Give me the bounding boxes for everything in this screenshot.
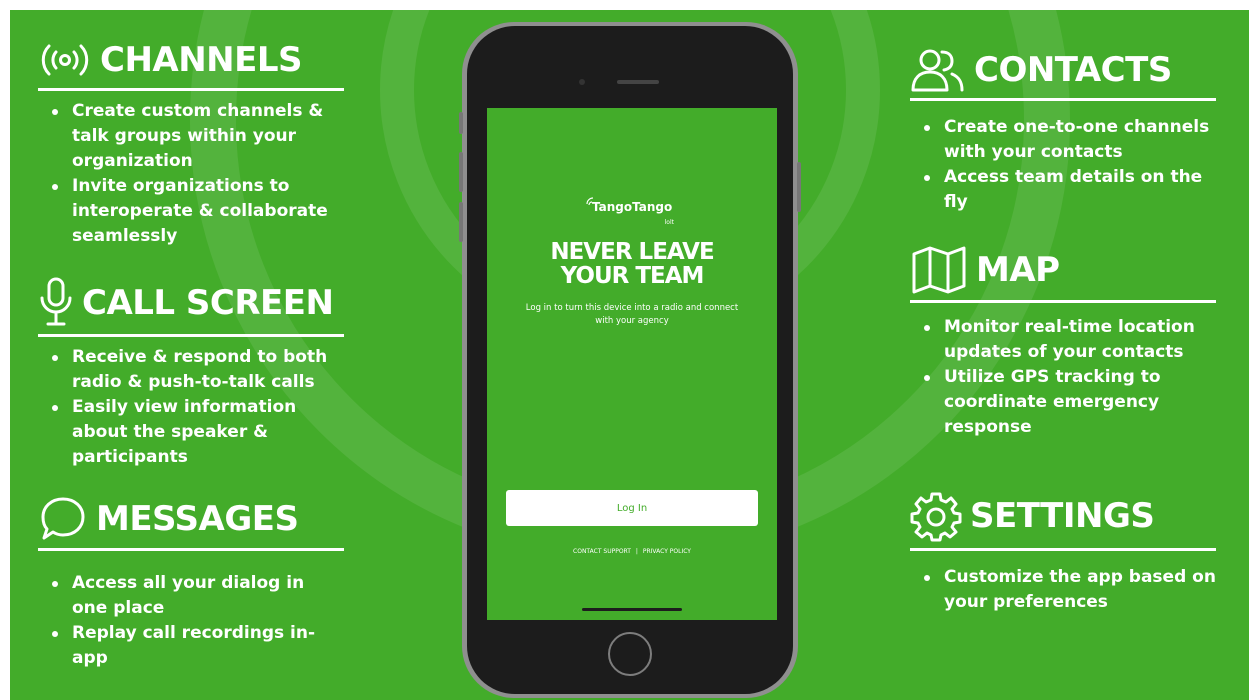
contacts-bullet: Create one-to-one channels with your con… bbox=[910, 115, 1216, 165]
settings-bullet: Customize the app based on your preferen… bbox=[910, 565, 1216, 615]
map-bullet: Monitor real-time location updates of yo… bbox=[910, 315, 1216, 365]
channels-title: CHANNELS bbox=[100, 40, 303, 80]
messages-bullet: Replay call recordings in-app bbox=[38, 621, 344, 671]
phone-body: TangoTango lolt NEVER LEAVE YOUR TEAM Lo… bbox=[467, 26, 793, 694]
phone-home-button[interactable] bbox=[608, 632, 652, 676]
channels-bullets: Create custom channels & talk groups wit… bbox=[38, 99, 344, 249]
footer-links: CONTACT SUPPORT | PRIVACY POLICY bbox=[487, 548, 777, 555]
settings-section: SETTINGS Customize the app based on your… bbox=[910, 490, 1216, 615]
contacts-bullets: Create one-to-one channels with your con… bbox=[910, 115, 1216, 215]
settings-bullets: Customize the app based on your preferen… bbox=[910, 565, 1216, 615]
settings-title: SETTINGS bbox=[970, 496, 1155, 536]
logo-subtext: lolt bbox=[664, 219, 674, 226]
home-indicator bbox=[582, 608, 682, 611]
call-screen-title: CALL SCREEN bbox=[82, 283, 334, 323]
headline-line: NEVER LEAVE bbox=[550, 239, 714, 265]
microphone-icon bbox=[38, 276, 74, 330]
contacts-bullet: Access team details on the fly bbox=[910, 165, 1216, 215]
contacts-title: CONTACTS bbox=[974, 50, 1172, 90]
settings-header: SETTINGS bbox=[910, 490, 1216, 542]
phone-side-button bbox=[459, 152, 463, 192]
map-header: MAP bbox=[910, 244, 1216, 296]
messages-section: MESSAGES Access all your dialog in one p… bbox=[38, 494, 344, 671]
chat-bubble-icon bbox=[38, 494, 88, 544]
call-screen-bullet: Easily view information about the speake… bbox=[38, 395, 344, 470]
messages-divider bbox=[38, 548, 344, 551]
map-title: MAP bbox=[976, 250, 1060, 290]
phone-screen: TangoTango lolt NEVER LEAVE YOUR TEAM Lo… bbox=[487, 108, 777, 620]
contacts-header: CONTACTS bbox=[910, 46, 1216, 94]
channels-divider bbox=[38, 88, 344, 91]
phone-side-button bbox=[459, 202, 463, 242]
messages-title: MESSAGES bbox=[96, 499, 299, 539]
contacts-section: CONTACTS Create one-to-one channels with… bbox=[910, 46, 1216, 215]
channels-bullet: Invite organizations to interoperate & c… bbox=[38, 174, 344, 249]
links-separator: | bbox=[635, 548, 638, 555]
contacts-divider bbox=[910, 98, 1216, 101]
messages-header: MESSAGES bbox=[38, 494, 344, 544]
channels-header: CHANNELS bbox=[38, 40, 344, 80]
app-tagline: Log in to turn this device into a radio … bbox=[525, 303, 739, 326]
promo-canvas: CHANNELS Create custom channels & talk g… bbox=[10, 10, 1249, 700]
map-bullet: Utilize GPS tracking to coordinate emerg… bbox=[910, 365, 1216, 440]
gear-icon bbox=[910, 490, 962, 542]
contact-support-link[interactable]: CONTACT SUPPORT bbox=[573, 548, 631, 555]
messages-bullets: Access all your dialog in one place Repl… bbox=[38, 571, 344, 671]
phone-speaker bbox=[617, 80, 659, 84]
radio-broadcast-icon bbox=[38, 40, 92, 80]
login-button[interactable]: Log In bbox=[506, 490, 758, 526]
phone-camera bbox=[579, 79, 585, 85]
phone-mockup: TangoTango lolt NEVER LEAVE YOUR TEAM Lo… bbox=[459, 22, 801, 698]
call-screen-divider bbox=[38, 334, 344, 337]
phone-side-button bbox=[459, 112, 463, 134]
map-section: MAP Monitor real-time location updates o… bbox=[910, 244, 1216, 440]
app-headline: NEVER LEAVE YOUR TEAM bbox=[487, 240, 777, 288]
phone-side-button bbox=[797, 162, 801, 212]
app-logo: TangoTango lolt bbox=[487, 194, 777, 226]
logo-text: TangoTango bbox=[592, 200, 673, 214]
headline-line: YOUR TEAM bbox=[560, 263, 705, 289]
map-divider bbox=[910, 300, 1216, 303]
channels-section: CHANNELS Create custom channels & talk g… bbox=[38, 40, 344, 249]
messages-bullet: Access all your dialog in one place bbox=[38, 571, 344, 621]
tangotango-logo: TangoTango lolt bbox=[586, 194, 678, 226]
call-screen-header: CALL SCREEN bbox=[38, 276, 344, 330]
privacy-policy-link[interactable]: PRIVACY POLICY bbox=[643, 548, 691, 555]
map-icon bbox=[910, 244, 968, 296]
call-screen-section: CALL SCREEN Receive & respond to both ra… bbox=[38, 276, 344, 470]
call-screen-bullet: Receive & respond to both radio & push-t… bbox=[38, 345, 344, 395]
settings-divider bbox=[910, 548, 1216, 551]
call-screen-bullets: Receive & respond to both radio & push-t… bbox=[38, 345, 344, 470]
channels-bullet: Create custom channels & talk groups wit… bbox=[38, 99, 344, 174]
users-icon bbox=[910, 46, 966, 94]
map-bullets: Monitor real-time location updates of yo… bbox=[910, 315, 1216, 440]
